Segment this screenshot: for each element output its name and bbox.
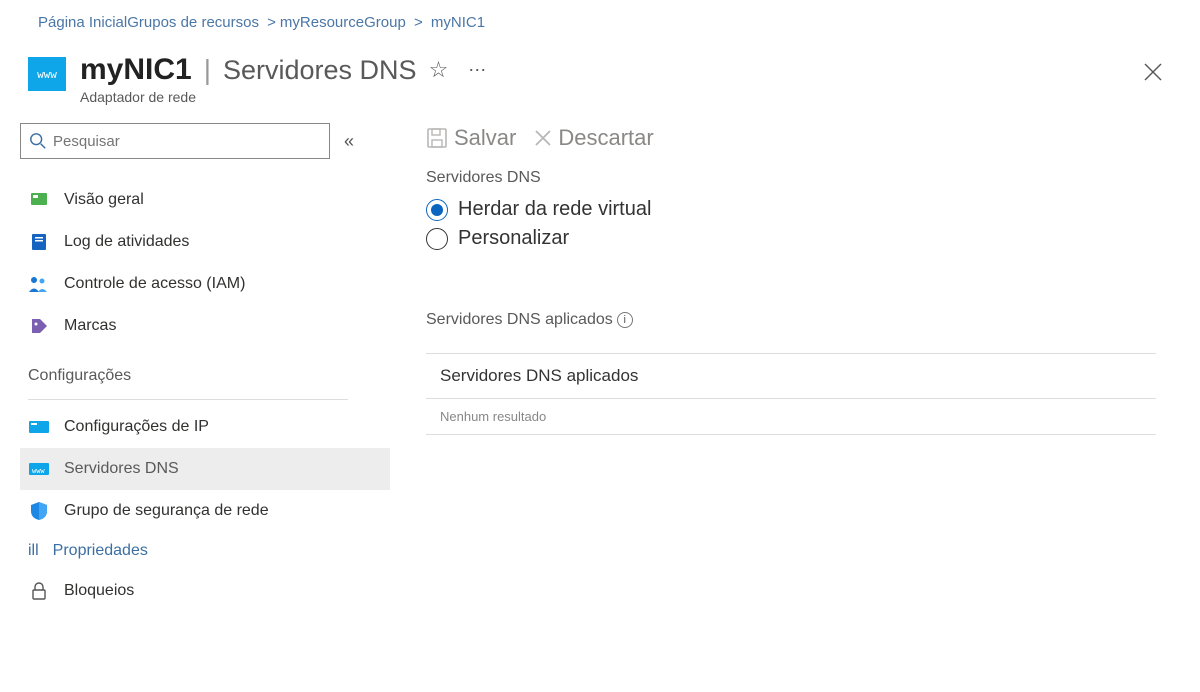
sidebar-item-iam[interactable]: Controle de acesso (IAM) bbox=[20, 263, 390, 305]
sidebar-separator bbox=[28, 399, 348, 400]
sidebar-item-properties[interactable]: ill Propriedades bbox=[20, 532, 390, 570]
info-icon[interactable]: i bbox=[617, 312, 633, 328]
ip-config-icon bbox=[28, 416, 50, 438]
sidebar-item-label: Propriedades bbox=[53, 542, 148, 560]
sidebar: « Visão geral Log de atividades Controle bbox=[0, 123, 390, 612]
close-icon bbox=[1144, 63, 1162, 81]
radio-label: Personalizar bbox=[458, 227, 569, 250]
sidebar-item-label: Configurações de IP bbox=[64, 418, 209, 436]
breadcrumb-sep: > bbox=[263, 14, 280, 31]
collapse-sidebar-button[interactable]: « bbox=[344, 131, 354, 152]
sidebar-item-label: Log de atividades bbox=[64, 233, 189, 251]
resource-type-label: Adaptador de rede bbox=[80, 89, 488, 105]
radio-inherit-vnet[interactable]: Herdar da rede virtual bbox=[426, 195, 1180, 224]
table-empty-message: Nenhum resultado bbox=[426, 399, 1156, 435]
properties-icon-text: ill bbox=[28, 542, 39, 560]
page-section: Servidores DNS bbox=[223, 55, 417, 86]
page-header: www myNIC1 | Servidores DNS ☆ ⋯ Adaptado… bbox=[0, 31, 1200, 111]
applied-dns-label: Servidores DNS aplicados bbox=[426, 311, 613, 329]
overview-icon bbox=[28, 189, 50, 211]
save-button[interactable]: Salvar bbox=[426, 125, 516, 151]
applied-dns-title: Servidores DNS aplicados i bbox=[426, 311, 1180, 329]
sidebar-item-tags[interactable]: Marcas bbox=[20, 305, 390, 347]
main-content: Salvar Descartar Servidores DNS Herdar d… bbox=[390, 123, 1200, 612]
sidebar-item-ip-config[interactable]: Configurações de IP bbox=[20, 406, 390, 448]
title-separator: | bbox=[204, 54, 211, 86]
svg-text:www: www bbox=[32, 467, 45, 475]
sidebar-item-nsg[interactable]: Grupo de segurança de rede bbox=[20, 490, 390, 532]
page-title: myNIC1 bbox=[80, 53, 192, 87]
shield-icon bbox=[28, 500, 50, 522]
breadcrumb-resource-groups[interactable]: Grupos de recursos bbox=[127, 14, 259, 31]
sidebar-item-label: Controle de acesso (IAM) bbox=[64, 275, 245, 293]
radio-button-selected-icon bbox=[426, 199, 448, 221]
breadcrumb-sep: > bbox=[410, 14, 431, 31]
discard-label: Descartar bbox=[558, 125, 653, 151]
sidebar-item-label: Visão geral bbox=[64, 191, 144, 209]
breadcrumb-rg[interactable]: myResourceGroup bbox=[280, 14, 406, 31]
search-input[interactable] bbox=[53, 133, 321, 150]
nic-resource-icon: www bbox=[28, 57, 66, 91]
close-blade-button[interactable] bbox=[1144, 53, 1180, 87]
sidebar-item-overview[interactable]: Visão geral bbox=[20, 179, 390, 221]
tags-icon bbox=[28, 315, 50, 337]
sidebar-item-label: Servidores DNS bbox=[64, 460, 179, 478]
radio-button-icon bbox=[426, 228, 448, 250]
command-bar: Salvar Descartar bbox=[426, 125, 1180, 151]
breadcrumb-resource[interactable]: myNIC1 bbox=[431, 14, 485, 31]
radio-label: Herdar da rede virtual bbox=[458, 198, 651, 221]
sidebar-search[interactable] bbox=[20, 123, 330, 159]
applied-dns-table: Servidores DNS aplicados Nenhum resultad… bbox=[426, 353, 1156, 435]
sidebar-group-settings: Configurações bbox=[20, 347, 390, 393]
save-label: Salvar bbox=[454, 125, 516, 151]
search-icon bbox=[29, 132, 47, 150]
breadcrumb-home[interactable]: Página Inicial bbox=[38, 14, 127, 31]
dns-servers-icon: www bbox=[28, 458, 50, 480]
sidebar-item-label: Grupo de segurança de rede bbox=[64, 502, 269, 520]
dns-servers-label: Servidores DNS bbox=[426, 169, 1180, 187]
sidebar-item-label: Bloqueios bbox=[64, 582, 134, 600]
lock-icon bbox=[28, 580, 50, 602]
discard-icon bbox=[534, 129, 552, 147]
dns-servers-radio-group: Herdar da rede virtual Personalizar bbox=[426, 195, 1180, 253]
discard-button[interactable]: Descartar bbox=[534, 125, 653, 151]
favorite-star-icon[interactable]: ☆ bbox=[429, 57, 449, 83]
table-column-header: Servidores DNS aplicados bbox=[426, 353, 1156, 399]
more-actions-icon[interactable]: ⋯ bbox=[460, 60, 488, 81]
sidebar-item-locks[interactable]: Bloqueios bbox=[20, 570, 390, 612]
activity-log-icon bbox=[28, 231, 50, 253]
save-icon bbox=[426, 127, 448, 149]
breadcrumb: Página InicialGrupos de recursos >myReso… bbox=[0, 0, 1200, 31]
sidebar-item-label: Marcas bbox=[64, 317, 116, 335]
sidebar-item-dns-servers[interactable]: www Servidores DNS bbox=[20, 448, 390, 490]
iam-icon bbox=[28, 273, 50, 295]
sidebar-item-activity-log[interactable]: Log de atividades bbox=[20, 221, 390, 263]
radio-custom[interactable]: Personalizar bbox=[426, 224, 1180, 253]
